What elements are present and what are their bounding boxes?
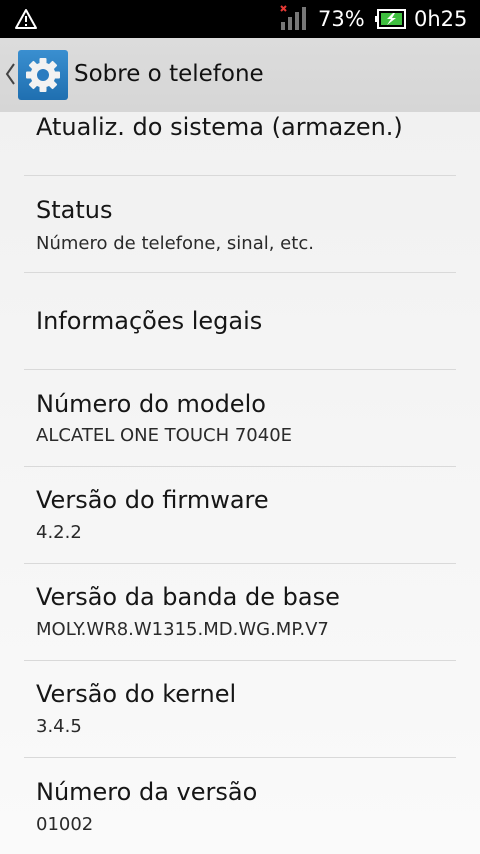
list-item-legal-info[interactable]: Informações legais	[0, 273, 480, 369]
item-title: Número da versão	[36, 778, 258, 806]
list-item-firmware-version[interactable]: Versão do firmware 4.2.2	[0, 467, 480, 563]
list-item-kernel-version: Versão do kernel 3.4.5	[0, 661, 480, 757]
page-title: Sobre o telefone	[74, 61, 264, 87]
list-item-build-number[interactable]: Número da versão 01002	[0, 758, 480, 854]
battery-charging-icon	[375, 9, 406, 29]
action-bar: Sobre o telefone	[0, 38, 480, 112]
settings-list: Atualiz. do sistema (armazen.) Status Nú…	[0, 112, 480, 854]
item-summary: Número de telefone, sinal, etc.	[36, 233, 314, 254]
gear-icon	[26, 58, 60, 92]
list-item-system-update[interactable]: Atualiz. do sistema (armazen.)	[0, 112, 480, 175]
item-summary: 4.2.2	[36, 522, 82, 543]
list-item-status[interactable]: Status Número de telefone, sinal, etc.	[0, 176, 480, 272]
item-summary: MOLY.WR8.W1315.MD.WG.MP.V7	[36, 619, 329, 640]
clock: 0h25	[414, 7, 468, 31]
chevron-left-icon	[5, 63, 15, 85]
item-title: Número do modelo	[36, 390, 266, 418]
item-title: Versão da banda de base	[36, 583, 340, 611]
status-bar: 73% 0h25	[0, 0, 480, 38]
item-title: Versão do firmware	[36, 486, 269, 514]
list-item-model-number: Número do modelo ALCATEL ONE TOUCH 7040E	[0, 370, 480, 466]
navigate-up-button[interactable]: Sobre o telefone	[0, 38, 272, 112]
item-summary: ALCATEL ONE TOUCH 7040E	[36, 425, 293, 446]
item-summary: 3.4.5	[36, 716, 82, 737]
battery-percentage: 73%	[318, 7, 365, 31]
item-title: Informações legais	[36, 307, 263, 335]
item-title: Status	[36, 196, 113, 224]
warning-icon	[15, 9, 37, 29]
settings-app-icon	[18, 50, 68, 100]
list-item-baseband-version: Versão da banda de base MOLY.WR8.W1315.M…	[0, 564, 480, 660]
signal-strength-icon	[280, 5, 306, 30]
item-title: Versão do kernel	[36, 680, 237, 708]
item-title: Atualiz. do sistema (armazen.)	[36, 113, 403, 141]
item-summary: 01002	[36, 814, 94, 835]
